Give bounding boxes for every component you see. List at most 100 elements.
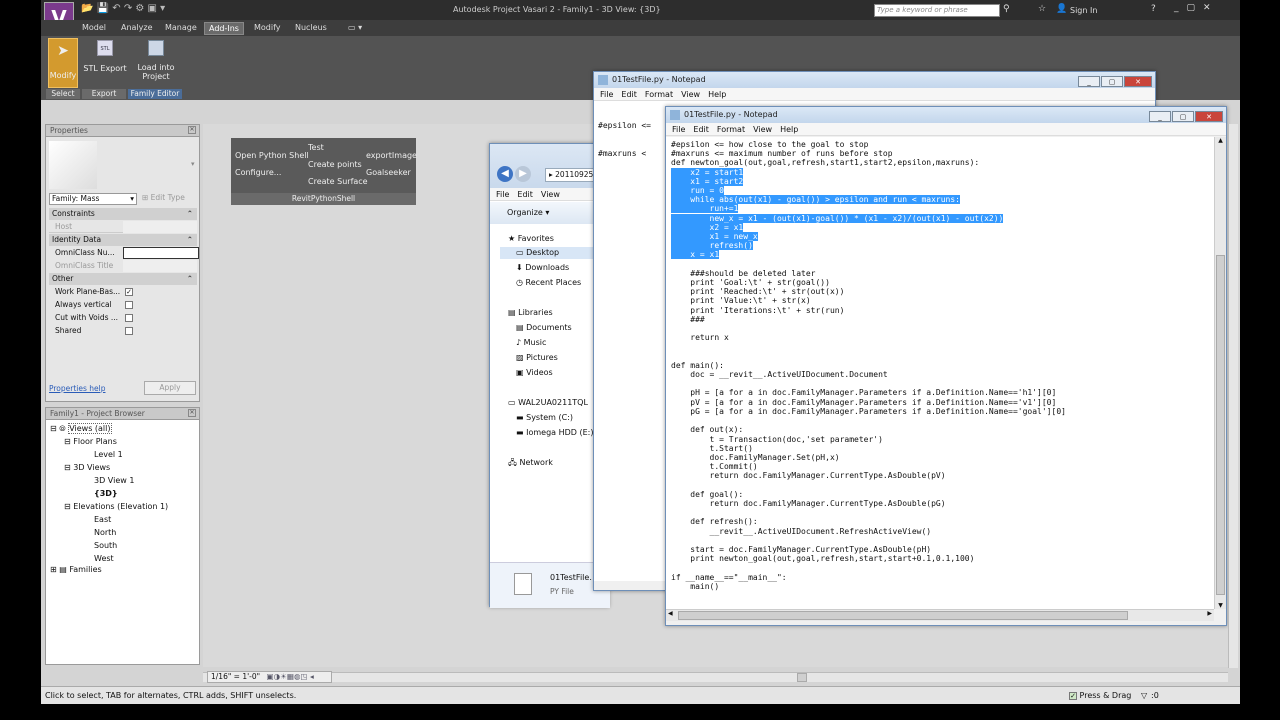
menu-edit[interactable]: Edit [693,125,709,134]
menu-help[interactable]: Help [708,90,726,99]
nav-documents[interactable]: ▤ Documents [516,322,572,334]
scrollbar-thumb[interactable] [1216,255,1225,595]
section-constraints[interactable]: Constraints ⌃ [49,208,197,220]
menu-file[interactable]: File [496,190,509,199]
menu-view[interactable]: View [541,190,560,199]
prop-cut-with-voids[interactable]: Cut with Voids ... [49,312,197,324]
menu-file[interactable]: File [600,90,613,99]
scroll-down-icon[interactable]: ▼ [1215,602,1226,609]
modify-button[interactable]: ➤ Modify [48,38,78,88]
user-icon[interactable]: 👤 [1056,4,1067,14]
canvas-vertical-scrollbar[interactable] [1228,124,1238,668]
menu-view[interactable]: View [681,90,700,99]
scrollbar-thumb[interactable] [678,611,1128,620]
scrollbar-thumb[interactable] [797,673,807,682]
tree-north[interactable]: North [94,527,116,539]
tree-east[interactable]: East [94,514,111,526]
properties-help-link[interactable]: Properties help [49,384,106,393]
tab-manage[interactable]: Manage [161,22,201,33]
menu-format[interactable]: Format [645,90,673,99]
menu-help[interactable]: Help [780,125,798,134]
nav-computer[interactable]: ▭ WAL2UA0211TQL [508,397,588,409]
stl-export-button[interactable]: STL STL Export [83,38,127,88]
filter-icon[interactable]: ▽ [1141,687,1147,705]
tree-3d-views[interactable]: ⊟ 3D Views [64,462,110,474]
vertical-scrollbar[interactable]: ▲ ▼ [1214,137,1226,609]
close-icon[interactable]: ✕ [188,409,196,417]
prop-work-plane-based[interactable]: Work Plane-Bas... ✓ [49,286,197,298]
search-input[interactable]: Type a keyword or phrase [874,4,1000,17]
press-drag-toggle[interactable]: ✓ Press & Drag [1069,687,1131,705]
apply-button[interactable]: Apply [144,381,196,395]
tree-views-all[interactable]: ⊟ ⦾ Views (all) [50,423,112,435]
nav-iomega-drive[interactable]: ▬ Iomega HDD (E:) [516,427,593,439]
forward-icon[interactable]: ▶ [515,166,531,182]
nav-videos[interactable]: ▣ Videos [516,367,553,379]
search-icon[interactable]: ⚲ [1003,4,1010,14]
prop-omniclass-title[interactable]: OmniClass Title [49,260,197,272]
tree-3d-default[interactable]: {3D} [94,488,118,500]
open-python-shell-button[interactable]: Open Python Shell [235,151,309,160]
menu-view[interactable]: View [753,125,772,134]
minimize-button[interactable]: _ [1078,76,1100,87]
load-into-project-button[interactable]: Load into Project [135,38,177,88]
back-icon[interactable]: ◀ [497,166,513,182]
minimize-button[interactable]: _ [1149,111,1171,122]
nav-system-drive[interactable]: ▬ System (C:) [516,412,573,424]
tab-nucleus[interactable]: Nucleus [291,22,331,33]
sign-in-link[interactable]: Sign In [1070,6,1097,15]
tree-south[interactable]: South [94,540,117,552]
tab-model[interactable]: Model [78,22,110,33]
section-identity-data[interactable]: Identity Data ⌃ [49,234,197,246]
tree-elevations[interactable]: ⊟ Elevations (Elevation 1) [64,501,168,513]
checkbox-checked[interactable]: ✓ [1069,691,1077,700]
scroll-right-icon[interactable]: ▶ [1207,610,1212,617]
view-control-icons[interactable]: ▣◑☀▦◍◳ ◂ [267,672,314,681]
star-icon[interactable]: ☆ [1038,4,1046,14]
menu-edit[interactable]: Edit [621,90,637,99]
quick-access-toolbar[interactable]: 📂 💾 ↶ ↷ ⚙ ▣ ▾ [81,3,165,14]
section-other[interactable]: Other ⌃ [49,273,197,285]
nav-recent-places[interactable]: ◷ Recent Places [516,277,581,289]
menu-format[interactable]: Format [717,125,745,134]
close-icon[interactable]: ✕ [188,126,196,134]
nav-music[interactable]: ♪ Music [516,337,546,349]
prop-omniclass-number[interactable]: OmniClass Nu... [49,247,199,259]
panel-family-editor-label[interactable]: Family Editor [128,89,182,99]
maximize-button[interactable]: ▢ [1172,111,1194,122]
family-dropdown[interactable]: Family: Mass ▾ [49,193,137,205]
nav-libraries[interactable]: ▤ Libraries [508,307,553,319]
horizontal-scrollbar[interactable]: ◀ ▶ [666,609,1214,621]
menu-edit[interactable]: Edit [517,190,533,199]
panel-select-label[interactable]: Select [46,89,80,99]
tab-add-ins[interactable]: Add-Ins [204,22,244,35]
menu-file[interactable]: File [672,125,685,134]
test-button[interactable]: Test [308,143,324,152]
help-icon[interactable]: ? [1151,4,1156,14]
export-image-button[interactable]: exportImage [366,151,417,160]
organize-button[interactable]: Organize ▾ [490,202,610,224]
type-selector-dropdown-icon[interactable]: ▾ [191,160,195,168]
checkbox[interactable] [125,327,133,335]
checkbox[interactable] [125,301,133,309]
prop-shared[interactable]: Shared [49,325,197,337]
canvas-horizontal-scrollbar[interactable] [203,672,1228,682]
tree-floor-plans[interactable]: ⊟ Floor Plans [64,436,117,448]
create-points-button[interactable]: Create points [308,160,362,169]
nav-network[interactable]: 🖧 Network [508,457,553,469]
tree-3d-view-1[interactable]: 3D View 1 [94,475,134,487]
tree-families[interactable]: ⊞ ▤ Families [50,564,102,576]
panel-export-label[interactable]: Export [82,89,126,99]
checkbox-checked[interactable]: ✓ [125,288,133,296]
tab-analyze[interactable]: Analyze [117,22,157,33]
nav-favorites[interactable]: ★ Favorites [508,233,554,245]
window-controls[interactable]: _▢✕ [1174,3,1219,13]
notepad-code-editor[interactable]: #epsilon <= how close to the goal to sto… [666,137,1214,609]
prop-always-vertical[interactable]: Always vertical [49,299,197,311]
nav-downloads[interactable]: ⬇ Downloads [516,262,569,274]
goalseeker-button[interactable]: Goalseeker [366,168,411,177]
tab-modify[interactable]: Modify [250,22,285,33]
collapse-icon[interactable]: ⊟ [50,424,59,433]
nav-pictures[interactable]: ▨ Pictures [516,352,558,364]
close-button[interactable]: ✕ [1195,111,1223,122]
